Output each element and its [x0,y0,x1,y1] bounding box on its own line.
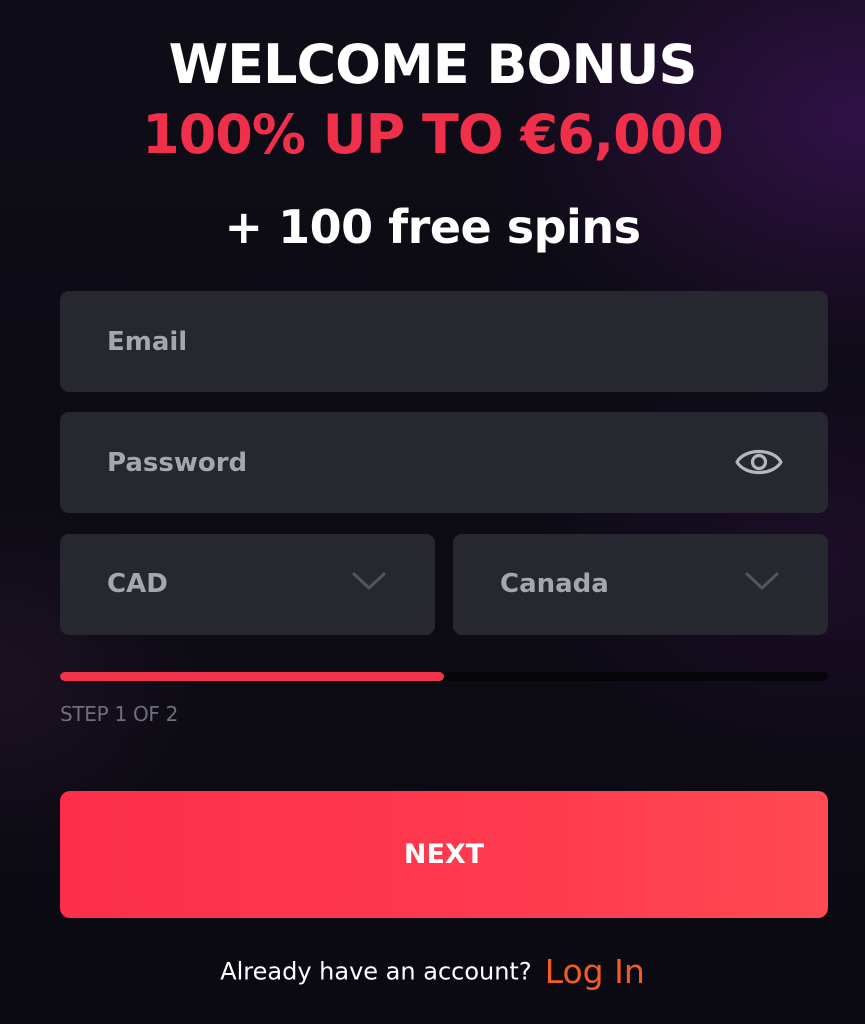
bonus-offer: 100% UP TO €6,000 [142,103,724,166]
chevron-down-icon [744,570,780,592]
email-field-container [60,291,828,392]
login-link[interactable]: Log In [545,952,645,991]
next-button[interactable]: NEXT [60,791,828,918]
password-input[interactable] [60,412,828,513]
step-indicator: STEP 1 OF 2 [60,702,179,726]
country-value: Canada [500,569,609,599]
free-spins-text: + 100 free spins [224,200,641,254]
currency-select[interactable]: CAD [60,534,435,635]
eye-icon[interactable] [734,443,784,481]
email-input[interactable] [60,291,828,392]
currency-value: CAD [107,569,168,599]
progress-fill [60,672,444,681]
password-field-container [60,412,828,513]
progress-bar [60,672,828,681]
login-prompt: Already have an account? [220,957,532,986]
login-row: Already have an account? Log In [0,952,865,991]
country-select[interactable]: Canada [453,534,828,635]
chevron-down-icon [351,570,387,592]
welcome-title: WELCOME BONUS [168,33,698,96]
